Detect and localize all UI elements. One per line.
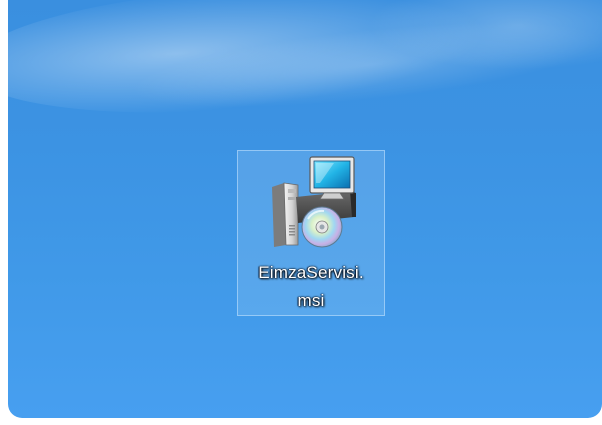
- msi-installer-icon: [272, 156, 356, 248]
- icon-label-line2: msi: [297, 291, 325, 310]
- desktop-background[interactable]: EimzaServisi. msi: [8, 0, 602, 418]
- screenshot-frame: EimzaServisi. msi: [0, 0, 602, 425]
- desktop-icon-eimzaservisi-msi[interactable]: EimzaServisi. msi: [237, 150, 385, 316]
- icon-label-line1: EimzaServisi.: [258, 263, 364, 282]
- desktop-icon-label[interactable]: EimzaServisi. msi: [238, 259, 384, 315]
